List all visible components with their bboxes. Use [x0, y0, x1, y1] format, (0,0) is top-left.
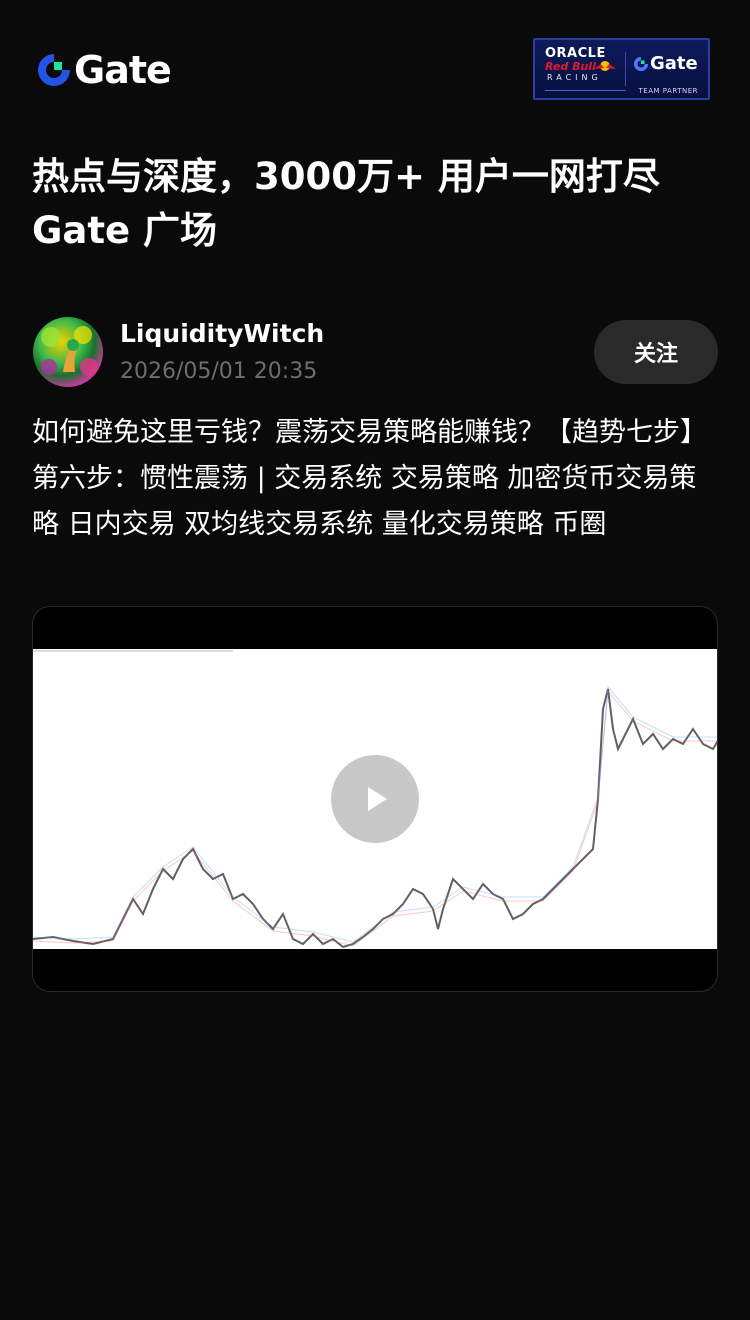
logo-text: Gate	[74, 48, 172, 92]
header: Gate ORACLE Red Bull RACING Gate TEAM PA…	[0, 0, 750, 140]
partner-line	[545, 90, 626, 91]
post-text[interactable]: 如何避免这里亏钱？震荡交易策略能赚钱？【趋势七步】第六步：惯性震荡 | 交易系统…	[32, 410, 722, 548]
gate-logo-icon	[38, 54, 70, 86]
play-button[interactable]	[331, 755, 419, 843]
follow-button[interactable]: 关注	[594, 320, 718, 384]
partner-gate-text: Gate	[650, 53, 698, 74]
partner-redbull: Red Bull	[545, 60, 596, 73]
gate-logo[interactable]: Gate	[36, 48, 172, 92]
author-name[interactable]: LiquidityWitch	[120, 318, 324, 350]
redbull-icon	[594, 61, 616, 71]
partner-divider	[625, 52, 626, 86]
team-partner-badge: ORACLE Red Bull RACING Gate TEAM PARTNER	[533, 38, 710, 100]
video-player[interactable]	[32, 606, 718, 992]
avatar[interactable]	[33, 317, 103, 387]
partner-racing: RACING	[547, 73, 602, 82]
play-icon	[368, 787, 387, 811]
gate-logo-small-icon	[633, 56, 649, 71]
page-title: 热点与深度，3000万+ 用户一网打尽 Gate 广场	[32, 155, 660, 252]
page: Gate ORACLE Red Bull RACING Gate TEAM PA…	[0, 0, 750, 1320]
partner-oracle: ORACLE	[545, 46, 606, 61]
avatar-image	[41, 326, 98, 376]
post-timestamp: 2026/05/01 20:35	[120, 359, 318, 384]
partner-team: TEAM PARTNER	[638, 87, 698, 95]
partner-gate: Gate	[633, 53, 698, 74]
